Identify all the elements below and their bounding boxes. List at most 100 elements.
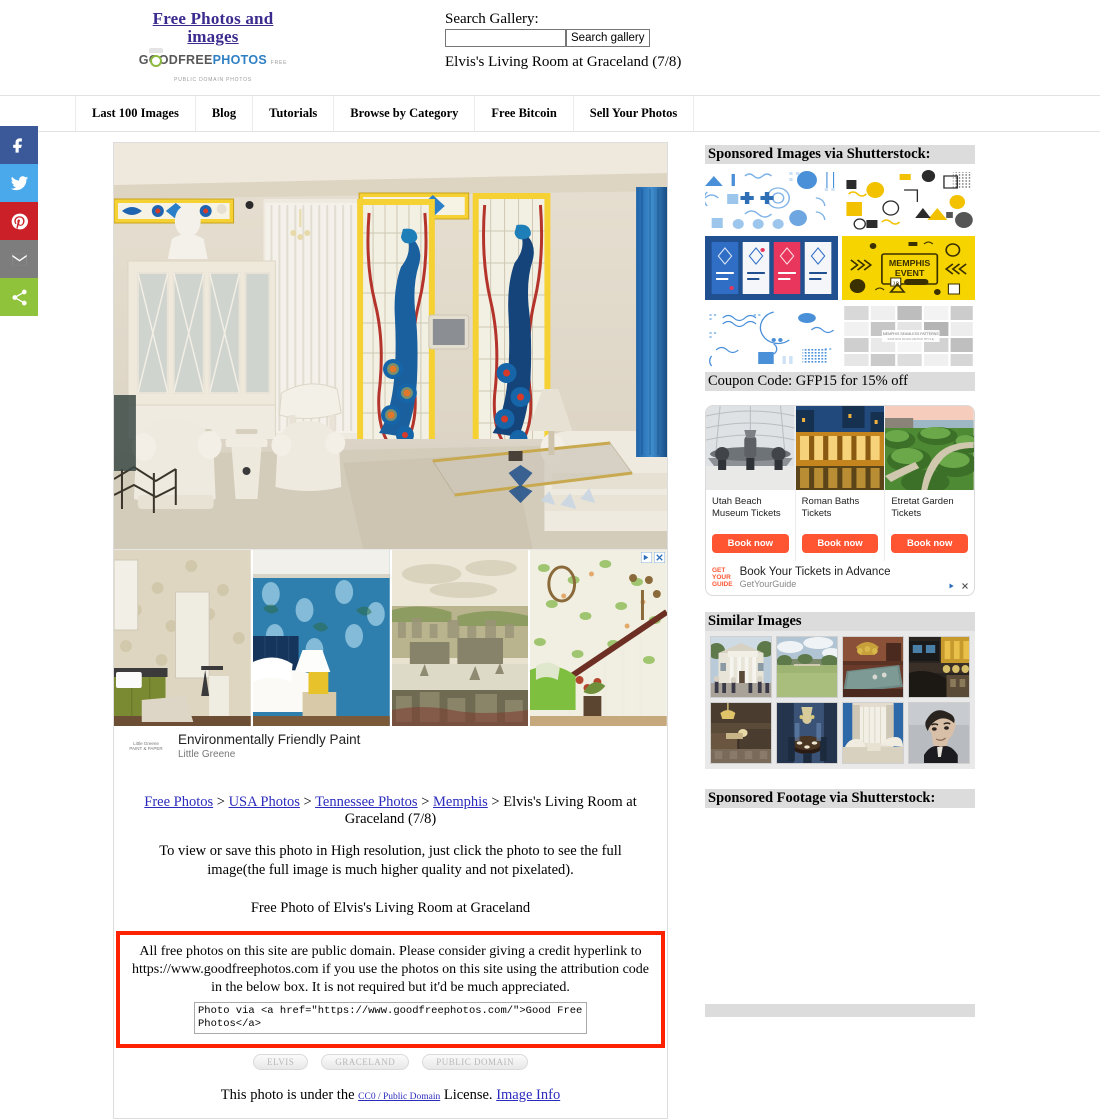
book-now-button-roman-baths[interactable]: Book now (801, 534, 879, 553)
license-link[interactable]: CC0 / Public Domain (358, 1092, 440, 1102)
email-share-button[interactable] (0, 240, 38, 278)
license-middle: License. (443, 1087, 493, 1103)
close-ad-icon[interactable] (960, 581, 970, 591)
gyg-image-roman-baths (795, 406, 885, 490)
gyg-card-title-utah-beach: Utah Beach Museum Tickets (712, 496, 781, 519)
gyg-card-roman-baths[interactable]: Roman Baths Tickets Book now (795, 406, 886, 561)
site-title-link[interactable]: Free Photos and images (138, 10, 288, 46)
nav-item-free-bitcoin[interactable]: Free Bitcoin (475, 96, 574, 131)
adchoices-icon[interactable] (641, 552, 652, 563)
similar-image-graceland-white-living-room[interactable] (842, 702, 904, 764)
svg-text:EVENT: EVENT (895, 268, 925, 277)
aircraft-museum-photo (706, 406, 795, 490)
breadcrumb-link-tennessee-photos[interactable]: Tennessee Photos (315, 794, 417, 810)
similar-images-grid (710, 636, 970, 764)
svg-text:FASHION 80-90s RETRO STYLE: FASHION 80-90s RETRO STYLE (888, 337, 934, 341)
search-input[interactable] (445, 29, 566, 47)
tag-list: ELVIS GRACELAND PUBLIC DOMAIN (114, 1054, 667, 1070)
nav-item-sell-your-photos[interactable]: Sell Your Photos (574, 96, 695, 131)
image-info-link[interactable]: Image Info (496, 1087, 560, 1103)
gyg-ad-headline[interactable]: Book Your Tickets in Advance (740, 566, 891, 578)
facebook-icon (12, 137, 22, 153)
book-now-button-etretat-garden[interactable]: Book now (891, 534, 969, 553)
nav-item-blog[interactable]: Blog (196, 96, 254, 131)
email-icon (11, 253, 27, 265)
blue-bedroom-photo (252, 550, 390, 726)
gyg-logo-line-1: GET (712, 567, 726, 574)
getyourguide-logo: GET YOUR GUIDE (712, 567, 733, 588)
little-greene-logo-sub: PAINT & PAPER (129, 746, 163, 751)
paint-ad-image-stairway[interactable] (530, 550, 667, 726)
search-gallery-block: Search Gallery: Search gallery (445, 10, 650, 47)
blue-story-templates (705, 236, 838, 300)
paint-ad-image-kitchen[interactable] (114, 550, 251, 726)
nav-item-browse-by-category[interactable]: Browse by Category (334, 96, 476, 131)
tag-elvis[interactable]: ELVIS (253, 1054, 309, 1070)
search-gallery-button[interactable]: Search gallery (566, 29, 650, 47)
historic-city-engraving (391, 550, 529, 726)
similar-image-graceland-dining-room[interactable] (776, 702, 838, 764)
adchoices-icon[interactable] (947, 581, 957, 591)
shutterstock-cell-abstract-lines[interactable] (705, 304, 838, 368)
shutterstock-cell-grey-patterns[interactable]: MEMPHIS SEAMLESS PATTERNS FASHION 80-90s… (842, 304, 975, 368)
similar-image-graceland-lawn[interactable] (776, 636, 838, 698)
shutterstock-cell-memphis-event[interactable]: MEMPHIS EVENT 19 (842, 236, 975, 300)
paint-ad-advertiser: Little Greene (178, 749, 236, 760)
similar-image-graceland-kitchen[interactable] (710, 702, 772, 764)
gyg-card-etretat-garden[interactable]: Etretat Garden Tickets Book now (885, 406, 974, 561)
attribution-code-textarea[interactable] (194, 1002, 587, 1034)
facebook-share-button[interactable] (0, 126, 38, 164)
goodfreephotos-logo[interactable]: GOODFREEPHOTOS FREE PUBLIC DOMAIN PHOTOS (138, 52, 288, 86)
pinterest-icon (11, 213, 28, 229)
breadcrumb-link-memphis[interactable]: Memphis (433, 794, 488, 810)
attribution-panel: All free photos on this site are public … (116, 931, 665, 1048)
paint-ad-headline[interactable]: Environmentally Friendly Paint (178, 732, 360, 747)
gyg-ad-choices-controls[interactable] (947, 581, 970, 591)
getyourguide-ad[interactable]: Utah Beach Museum Tickets Book now Roman… (705, 405, 975, 596)
gyg-image-utah-beach (706, 406, 795, 490)
right-sidebar: Sponsored Images via Shutterstock: MEMPH… (705, 145, 975, 1017)
similar-image-graceland-trophy-room[interactable] (908, 636, 970, 698)
breadcrumb-separator-2: > (303, 794, 312, 810)
shutterstock-images-grid: MEMPHIS EVENT 19 MEMPHIS SEAMLESS PATTER… (705, 168, 975, 368)
breadcrumb-link-free-photos[interactable]: Free Photos (144, 794, 213, 810)
roman-baths-night-photo (795, 406, 885, 490)
ad-choices-controls[interactable] (641, 552, 665, 563)
pinterest-share-button[interactable] (0, 202, 38, 240)
nav-item-tutorials[interactable]: Tutorials (253, 96, 335, 131)
nav-item-last-100-images[interactable]: Last 100 Images (75, 96, 196, 131)
brand-block[interactable]: Free Photos and images GOODFREEPHOTOS FR… (138, 10, 288, 86)
twitter-share-button[interactable] (0, 164, 38, 202)
close-ad-icon[interactable] (654, 552, 665, 563)
shutterstock-cell-story-templates[interactable] (705, 236, 838, 300)
main-photo[interactable] (114, 143, 667, 549)
breadcrumb-separator-1: > (216, 794, 225, 810)
shutterstock-cell-blue-icons[interactable] (705, 168, 838, 232)
breadcrumb: Free Photos > USA Photos > Tennessee Pho… (126, 794, 655, 828)
license-line: This photo is under the CC0 / Public Dom… (114, 1087, 667, 1104)
search-row: Search gallery (445, 29, 650, 47)
similar-image-elvis-portrait[interactable] (908, 702, 970, 764)
similar-image-graceland-mansion[interactable] (710, 636, 772, 698)
paint-ad-footer: Little Greene PAINT & PAPER Environmenta… (114, 726, 667, 768)
gyg-card-utah-beach[interactable]: Utah Beach Museum Tickets Book now (706, 406, 796, 561)
book-now-button-utah-beach[interactable]: Book now (712, 534, 789, 553)
floral-stairway-photo (530, 550, 667, 726)
main-navigation: Last 100 Images Blog Tutorials Browse by… (0, 95, 1100, 132)
paint-ad-image-city-engraving[interactable] (391, 550, 529, 726)
tag-public-domain[interactable]: PUBLIC DOMAIN (422, 1054, 528, 1070)
graceland-white-living-room-photo (843, 703, 903, 763)
svg-text:MEMPHIS: MEMPHIS (889, 258, 931, 267)
paint-ad-text: Environmentally Friendly Paint Little Gr… (178, 732, 360, 760)
shutterstock-cell-yellow-shapes[interactable] (842, 168, 975, 232)
paint-display-ad[interactable]: Little Greene PAINT & PAPER Environmenta… (114, 549, 667, 768)
blue-geometric-icon-set (705, 168, 838, 232)
similar-image-graceland-pool-room[interactable] (842, 636, 904, 698)
memphis-event-yellow-poster: MEMPHIS EVENT 19 (842, 236, 975, 300)
breadcrumb-separator-4: > (491, 794, 500, 810)
more-share-button[interactable] (0, 278, 38, 316)
paint-ad-image-bedroom[interactable] (252, 550, 390, 726)
breadcrumb-link-usa-photos[interactable]: USA Photos (229, 794, 300, 810)
tag-graceland[interactable]: GRACELAND (321, 1054, 410, 1070)
page-subtitle: Elvis's Living Room at Graceland (7/8) (445, 54, 682, 70)
